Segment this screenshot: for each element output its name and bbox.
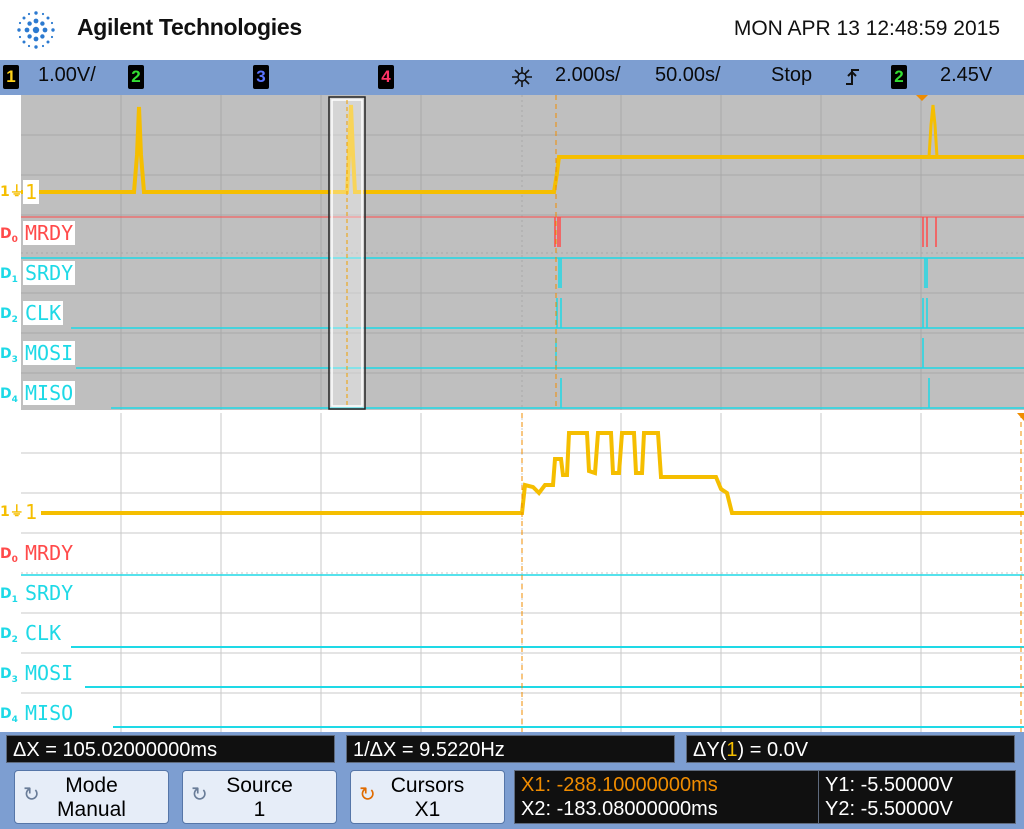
analog-trace-zoom	[41, 431, 1024, 515]
trigger-level: 2.45V	[940, 64, 993, 86]
d4-marker: D4	[0, 386, 18, 405]
channel-label-mrdy-main: MRDY	[23, 221, 76, 245]
zoom-waveform-screen[interactable]	[21, 413, 1024, 732]
cursor-x1-value: X1: -288.10000000ms	[521, 774, 718, 796]
trigger-source-key[interactable]: 2	[891, 65, 907, 89]
d2-marker: D2	[0, 306, 18, 325]
channel-label-srdy-zoom: SRDY	[23, 581, 76, 605]
source-softkey[interactable]: ↻ Source 1	[182, 770, 337, 824]
channel-2-key[interactable]: 2	[128, 65, 144, 89]
inverse-delta-x-readout: 1/ΔX = 9.5220Hz	[346, 735, 675, 763]
date-time: MON APR 13 12:48:59 2015	[733, 17, 1000, 40]
cursor-x2-value: X2: -183.08000000ms	[521, 798, 718, 820]
channel-label-miso-main: MISO	[23, 381, 76, 405]
mrdy-pulses-main	[554, 217, 937, 247]
delta-y-readout: ΔY(1) = 0.0V	[686, 735, 1015, 763]
channel-label-clk-zoom: CLK	[23, 621, 64, 645]
cursors-softkey[interactable]: ↻ Cursors X1	[350, 770, 505, 824]
channel-label-clk-main: CLK	[23, 301, 64, 325]
d1-marker: D1	[0, 266, 18, 285]
header-bar: Agilent Technologies MON APR 13 12:48:59…	[0, 0, 1024, 60]
rotate-knob-icon: ↻	[191, 784, 208, 806]
d0-marker: D0	[0, 226, 18, 245]
d3-marker: D3	[0, 346, 18, 365]
agilent-spark-logo-icon	[17, 11, 55, 49]
channel-label-miso-zoom: MISO	[23, 701, 76, 725]
ground-marker-icon: 1⏚	[0, 184, 24, 200]
channel-label-srdy-main: SRDY	[23, 261, 76, 285]
mode-softkey[interactable]: ↻ Mode Manual	[14, 770, 169, 824]
delta-x-readout: ΔX = 105.02000000ms	[6, 735, 335, 763]
analog-spike-main	[927, 104, 939, 158]
channel-1-scale: 1.00V/	[38, 64, 96, 86]
zoom-scale: 50.00s/	[655, 64, 721, 86]
trigger-edge-icon	[846, 69, 859, 85]
main-waveform-screen[interactable]	[21, 95, 1024, 410]
main-waveform-canvas	[21, 95, 1024, 410]
cursor-y2-value: Y2: -5.50000V	[825, 798, 953, 820]
channel-label-analog-zoom: 1	[23, 500, 40, 524]
channel-label-mosi-zoom: MOSI	[23, 661, 76, 685]
zoom-waveform-canvas	[21, 413, 1024, 732]
horizontal-scale: 2.000s/	[555, 64, 621, 86]
cursor-y1-value: Y1: -5.50000V	[825, 774, 953, 796]
horizontal-delay-icon	[512, 67, 532, 87]
channel-label-analog-main: 1	[23, 180, 40, 204]
ground-marker-zoom-icon: 1⏚	[0, 504, 24, 520]
channel-label-mrdy-zoom: MRDY	[23, 541, 76, 565]
channel-3-key[interactable]: 3	[253, 65, 269, 89]
channel-4-key[interactable]: 4	[378, 65, 394, 89]
rotate-knob-icon: ↻	[23, 784, 40, 806]
cursor-x-panel: X1: -288.10000000ms X2: -183.08000000ms	[514, 770, 820, 824]
cursor-y-panel: Y1: -5.50000V Y2: -5.50000V	[818, 770, 1016, 824]
channel-1-key[interactable]: 1	[3, 65, 19, 89]
channel-label-mosi-main: MOSI	[23, 341, 76, 365]
run-state: Stop	[771, 64, 813, 86]
analog-trace-main	[21, 104, 1024, 194]
brand-name: Agilent Technologies	[77, 14, 302, 40]
rotate-knob-active-icon: ↻	[359, 784, 376, 806]
trigger-point-marker	[916, 95, 928, 101]
